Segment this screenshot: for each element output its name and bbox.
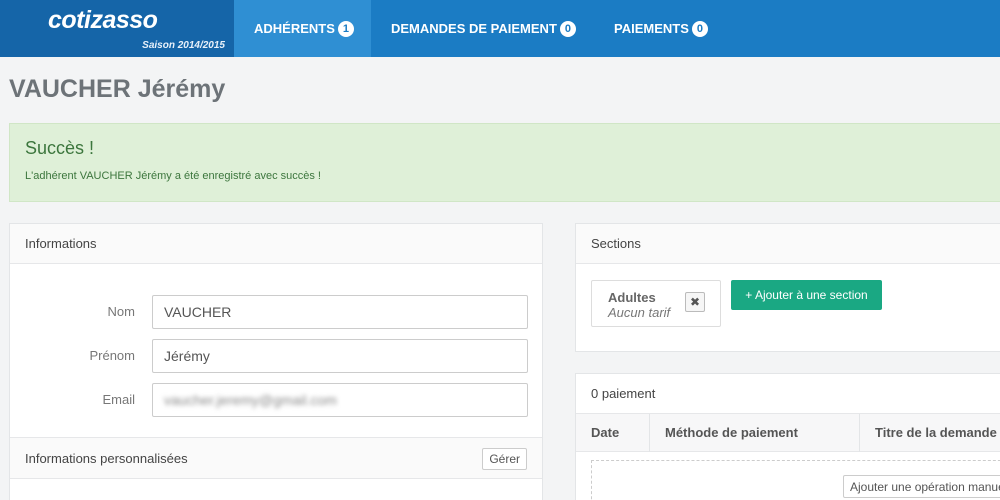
alert-message: L'adhérent VAUCHER Jérémy a été enregist… — [25, 170, 321, 182]
nav-adherents-badge: 1 — [337, 20, 354, 37]
alert-title: Succès ! — [25, 138, 95, 158]
nav-paiements[interactable]: PAIEMENTS 0 — [594, 0, 728, 57]
brand-name: cotizasso — [48, 6, 158, 34]
column-header-date[interactable]: Date — [576, 414, 650, 452]
payments-heading: 0 paiement — [576, 374, 1000, 414]
top-navbar: cotizasso Saison 2014/2015 ADHÉRENTS 1 D… — [0, 0, 1000, 57]
add-manual-operation-button[interactable]: Ajouter une opération manuelle — [843, 475, 1000, 498]
nom-input[interactable] — [152, 295, 528, 329]
payments-table-header: Date Méthode de paiement Titre de la dem… — [576, 414, 1000, 452]
custom-info-title: Informations personnalisées — [25, 451, 188, 466]
nav-demandes-badge: 0 — [559, 20, 576, 37]
prenom-input[interactable] — [152, 339, 528, 373]
add-section-button[interactable]: + Ajouter à une section — [731, 280, 882, 310]
nav-demandes-paiement[interactable]: DEMANDES DE PAIEMENT 0 — [371, 0, 596, 57]
nav-paiements-badge: 0 — [691, 20, 708, 37]
sections-panel: Sections Adultes Aucun tarif ✖ + Ajouter… — [575, 223, 1000, 352]
manage-button[interactable]: Gérer — [482, 448, 527, 470]
sections-heading: Sections — [576, 224, 1000, 264]
nav-adherents-label: ADHÉRENTS — [254, 21, 335, 36]
nav-paiements-label: PAIEMENTS — [614, 21, 689, 36]
email-label: Email — [102, 392, 135, 407]
informations-heading: Informations — [10, 224, 542, 264]
section-chip-adultes: Adultes Aucun tarif ✖ — [591, 280, 721, 327]
email-value: vaucher.jeremy@gmail.com — [164, 392, 337, 408]
column-header-titre[interactable]: Titre de la demande — [860, 414, 1000, 452]
prenom-label: Prénom — [89, 348, 135, 363]
email-input[interactable]: vaucher.jeremy@gmail.com — [152, 383, 528, 417]
nom-label: Nom — [107, 304, 135, 319]
page-title: VAUCHER Jérémy — [9, 75, 226, 103]
section-chip-name: Adultes — [608, 290, 656, 305]
section-chip-tarif: Aucun tarif — [608, 305, 671, 320]
custom-info-heading: Informations personnalisées Gérer — [10, 437, 542, 479]
column-header-methode[interactable]: Méthode de paiement — [650, 414, 860, 452]
brand-season: Saison 2014/2015 — [142, 40, 225, 51]
informations-panel: Informations Nom Prénom Email vaucher.je… — [9, 223, 543, 500]
success-alert: Succès ! L'adhérent VAUCHER Jérémy a été… — [9, 123, 1000, 202]
brand-logo[interactable]: cotizasso Saison 2014/2015 — [0, 0, 234, 57]
payments-panel: 0 paiement Date Méthode de paiement Titr… — [575, 373, 1000, 500]
nav-demandes-label: DEMANDES DE PAIEMENT — [391, 21, 557, 36]
remove-section-icon[interactable]: ✖ — [685, 292, 705, 312]
nav-adherents[interactable]: ADHÉRENTS 1 — [234, 0, 371, 57]
